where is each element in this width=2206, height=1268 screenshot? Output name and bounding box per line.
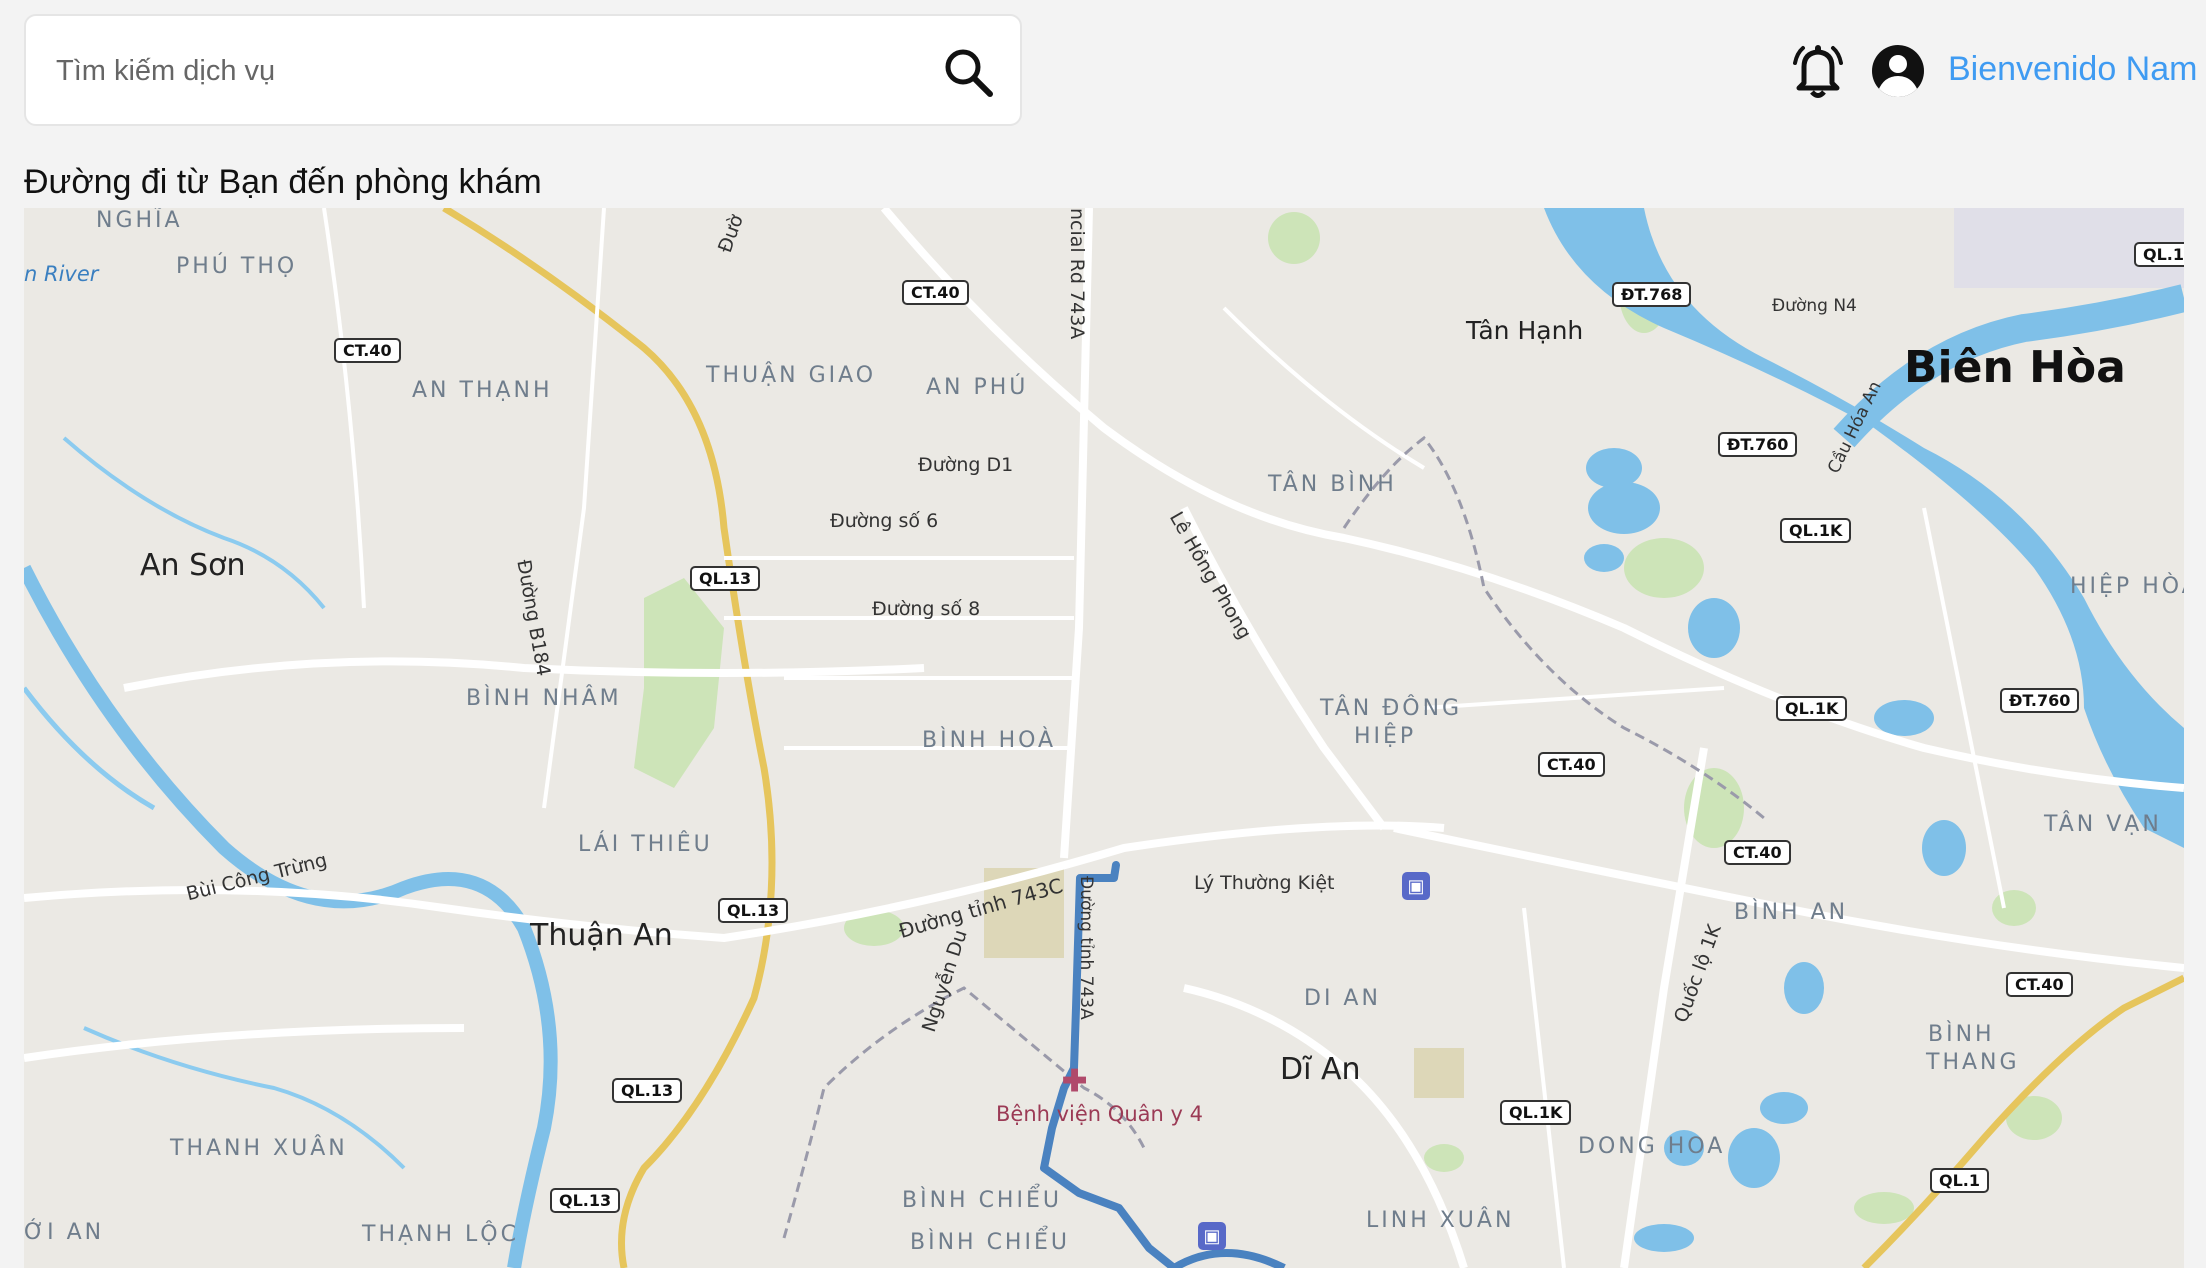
route-title: Đường đi từ Bạn đến phòng khám [24,163,542,201]
district-label: BÌNH [1928,1022,1995,1047]
road-shield: QL.13 [550,1188,621,1213]
district-label: AN THẠNH [412,378,553,403]
district-label: THUẬN GIAO [706,363,877,388]
metro-station-icon[interactable]: ▣ [1198,1222,1226,1250]
road-shield: QL.1K [1776,696,1848,721]
search-bar [24,14,1022,126]
street-label: Đường N4 [1772,296,1857,316]
district-label: LINH XUÂN [1366,1208,1515,1233]
road-shield: QL.13 [690,566,761,591]
hospital-icon[interactable]: ✚ [1062,1064,1087,1099]
town-label: Thuận An [530,918,673,953]
district-label: TÂN BÌNH [1268,472,1397,497]
road-shield: QL.13 [612,1078,683,1103]
district-label: DI AN [1304,986,1381,1011]
search-input[interactable] [54,16,918,126]
user-avatar-icon[interactable] [1870,43,1926,99]
district-label: BÌNH HOÀ [922,728,1057,753]
search-icon[interactable] [938,42,998,102]
street-label: Lý Thường Kiệt [1194,872,1335,894]
road-shield: CT.40 [2006,972,2073,997]
district-label: HIỆP [1354,724,1417,749]
welcome-user-link[interactable]: Bienvenido Nam [1948,50,2197,89]
district-label: THẠNH LỘC [362,1222,519,1247]
district-label: THANG [1926,1050,2020,1075]
road-shield: CT.40 [902,280,969,305]
district-label: ỚI AN [24,1220,105,1245]
town-label: Tân Hạnh [1466,316,1584,345]
district-label: BÌNH AN [1734,900,1849,925]
street-label: Đường tỉnh 743A [1076,876,1096,1020]
district-label: AN PHÚ [926,375,1029,400]
road-shield: ĐT.760 [2000,688,2080,713]
road-shield: QL.1K [2134,242,2184,267]
district-label: DONG HOA [1578,1134,1726,1159]
district-label: BÌNH CHIỂU [902,1188,1062,1213]
district-label: BÌNH CHIỂU [910,1230,1070,1255]
road-shield: CT.40 [1724,840,1791,865]
district-label: THANH XUÂN [170,1136,348,1161]
district-label: PHÚ THỌ [176,254,298,279]
road-shield: ĐT.768 [1612,282,1692,307]
district-label: BÌNH NHÂM [466,686,622,711]
district-label: NGHĨA [96,208,183,233]
route-map[interactable]: NGHĨA PHÚ THỌ AN THẠNH THUẬN GIAO AN PHÚ… [24,208,2184,1268]
road-shield: QL.1 [1930,1168,1990,1193]
road-shield: CT.40 [334,338,401,363]
district-label: TÂN VẠN [2044,812,2162,837]
street-label: Đường số 8 [872,598,981,620]
district-label: HIỆP HÒA [2070,574,2184,599]
clinic-label[interactable]: Bệnh viện Quân y 4 [996,1102,1203,1126]
metro-station-icon[interactable]: ▣ [1402,872,1430,900]
road-shield: CT.40 [1538,752,1605,777]
street-label: Đường số 6 [830,510,939,532]
city-label: Biên Hòa [1904,342,2126,393]
district-label: LÁI THIÊU [578,832,713,857]
bell-icon[interactable] [1790,41,1846,101]
river-label: n River [24,262,99,286]
street-label: ncial Rd 743A [1066,208,1088,340]
town-label: An Sơn [140,548,246,583]
road-shield: ĐT.760 [1718,432,1798,457]
road-shield: QL.1K [1780,518,1852,543]
district-label: TÂN ĐÔNG [1320,696,1463,721]
road-shield: QL.13 [718,898,789,923]
street-label: Đường D1 [918,454,1014,476]
road-shield: QL.1K [1500,1100,1572,1125]
town-label: Dĩ An [1280,1052,1361,1087]
